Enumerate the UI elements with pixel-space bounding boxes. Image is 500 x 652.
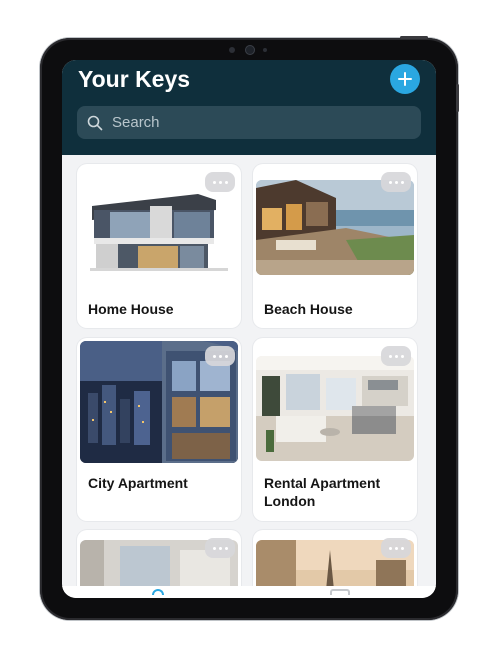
add-key-button[interactable] bbox=[390, 64, 420, 94]
more-horizontal-icon bbox=[388, 354, 392, 358]
key-card-city-apartment[interactable]: City Apartment bbox=[77, 338, 241, 521]
card-menu-button[interactable] bbox=[205, 538, 235, 558]
card-menu-button[interactable] bbox=[205, 346, 235, 366]
app-header: Your Keys bbox=[62, 60, 436, 155]
more-horizontal-icon bbox=[388, 546, 392, 550]
more-horizontal-icon bbox=[388, 180, 392, 184]
dot bbox=[400, 354, 404, 358]
dot bbox=[224, 546, 228, 550]
power-button bbox=[400, 36, 428, 39]
dot bbox=[394, 354, 398, 358]
bottom-tab-bar bbox=[62, 586, 436, 598]
volume-button bbox=[456, 84, 459, 112]
more-horizontal-icon bbox=[212, 546, 216, 550]
card-menu-button[interactable] bbox=[381, 346, 411, 366]
sensor-dot bbox=[263, 48, 267, 52]
dot bbox=[400, 546, 404, 550]
tab-icon[interactable] bbox=[330, 589, 350, 595]
dot bbox=[224, 180, 228, 184]
dot bbox=[400, 180, 404, 184]
property-image bbox=[80, 180, 238, 275]
card-title: Beach House bbox=[264, 301, 353, 317]
more-horizontal-icon bbox=[212, 180, 216, 184]
dot bbox=[394, 546, 398, 550]
dot bbox=[218, 180, 222, 184]
card-title: Home House bbox=[88, 301, 174, 317]
tab-icon[interactable] bbox=[152, 589, 164, 595]
more-horizontal-icon bbox=[212, 354, 216, 358]
card-menu-button[interactable] bbox=[381, 538, 411, 558]
sensor-dot bbox=[229, 47, 235, 53]
dot bbox=[224, 354, 228, 358]
key-card-home-house[interactable]: Home House bbox=[77, 164, 241, 328]
page-title: Your Keys bbox=[78, 66, 191, 92]
search-icon bbox=[87, 115, 103, 130]
card-title: City Apartment bbox=[88, 475, 188, 491]
card-menu-button[interactable] bbox=[205, 172, 235, 192]
search-input[interactable] bbox=[110, 113, 414, 132]
property-image bbox=[256, 180, 414, 275]
property-image bbox=[256, 356, 414, 461]
dot bbox=[218, 546, 222, 550]
dot bbox=[218, 354, 222, 358]
app-screen: Your Keys Search Home House Beach House … bbox=[62, 60, 436, 598]
dot bbox=[394, 180, 398, 184]
key-card-rental-apartment-london[interactable]: Rental Apartment London bbox=[253, 338, 417, 521]
front-camera bbox=[219, 45, 279, 55]
card-title: Rental Apartment London bbox=[264, 475, 381, 509]
plus-icon bbox=[398, 72, 412, 86]
card-menu-button[interactable] bbox=[381, 172, 411, 192]
key-card-beach-house[interactable]: Beach House bbox=[253, 164, 417, 328]
search-bar[interactable] bbox=[77, 106, 421, 139]
camera-lens-icon bbox=[245, 45, 255, 55]
